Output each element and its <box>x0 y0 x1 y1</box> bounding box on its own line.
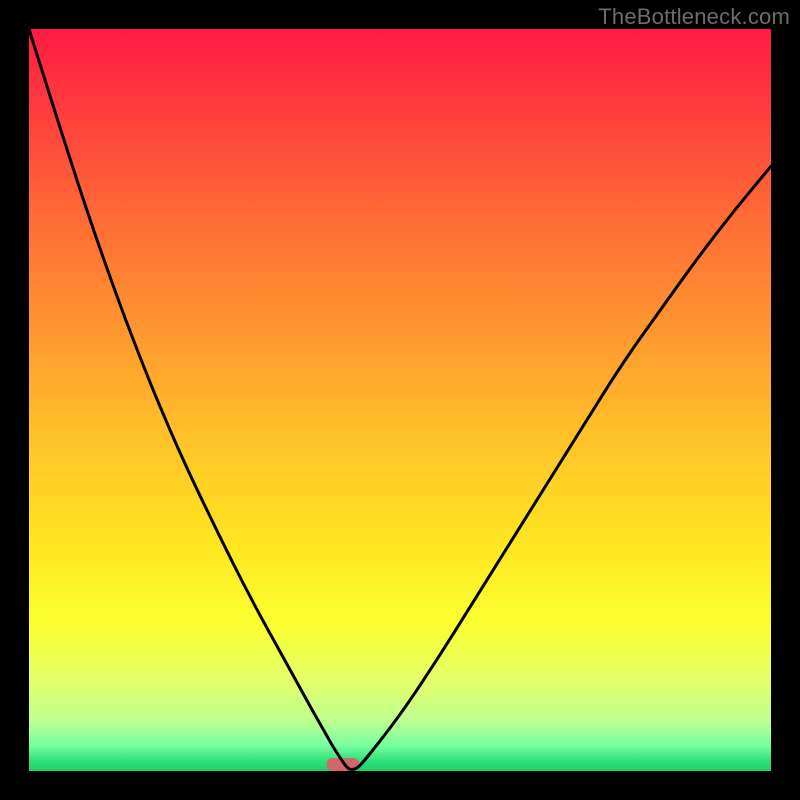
watermark-text: TheBottleneck.com <box>598 4 790 30</box>
chart-container: { "watermark": "TheBottleneck.com", "cha… <box>0 0 800 800</box>
plot-background <box>29 29 771 771</box>
bottleneck-chart <box>0 0 800 800</box>
